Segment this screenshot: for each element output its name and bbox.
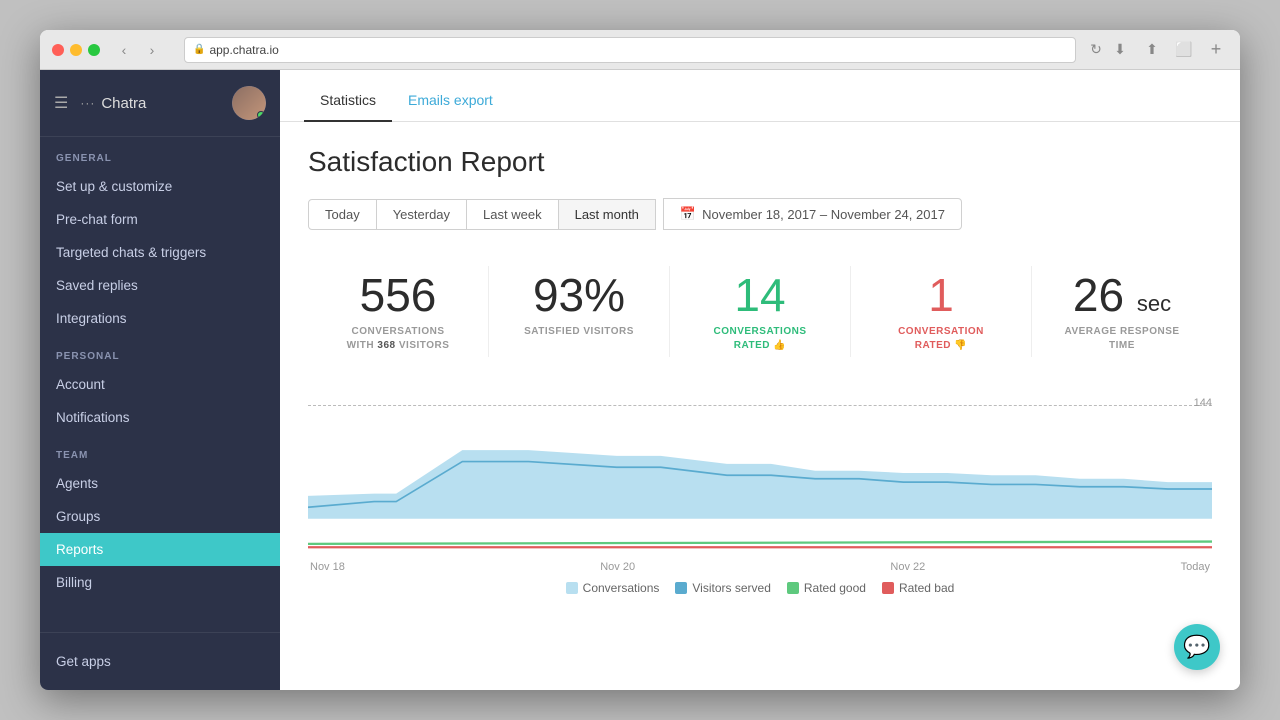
online-status-dot — [257, 111, 265, 119]
legend-visitors: Visitors served — [675, 581, 770, 595]
main-tabs: Statistics Emails export — [280, 70, 1240, 122]
forward-button[interactable]: › — [140, 38, 164, 62]
filter-yesterday[interactable]: Yesterday — [376, 199, 467, 230]
calendar-icon: 📅 — [680, 206, 696, 222]
avatar[interactable] — [232, 86, 266, 120]
maximize-button[interactable] — [88, 44, 100, 56]
address-bar[interactable]: 🔒 app.chatra.io — [184, 37, 1076, 63]
filter-today[interactable]: Today — [308, 199, 377, 230]
legend-dot-rated-good — [787, 582, 799, 594]
url-text: app.chatra.io — [209, 43, 278, 57]
chat-fab-button[interactable]: 💬 — [1174, 624, 1220, 670]
main-content: Statistics Emails export Satisfaction Re… — [280, 70, 1240, 690]
sidebar-item-integrations[interactable]: Integrations — [40, 302, 280, 335]
stats-row: 556 CONVERSATIONSWITH 368 VISITORS 93% S… — [308, 258, 1212, 365]
stat-rated-bad-label: CONVERSATIONRATED 👎 — [859, 325, 1023, 353]
app-body: ☰ ··· Chatra GENERAL Set up & customize … — [40, 70, 1240, 690]
legend-dot-rated-bad — [882, 582, 894, 594]
close-button[interactable] — [52, 44, 64, 56]
section-label-general: GENERAL — [40, 137, 280, 170]
sidebar-spacer — [40, 599, 280, 632]
sidebar-item-targeted[interactable]: Targeted chats & triggers — [40, 236, 280, 269]
stat-rated-bad: 1 CONVERSATIONRATED 👎 — [851, 258, 1031, 365]
sidebar-item-saved-replies[interactable]: Saved replies — [40, 269, 280, 302]
brand-name: Chatra — [101, 95, 146, 112]
sidebar-item-get-apps[interactable]: Get apps — [40, 645, 280, 678]
date-filters: Today Yesterday Last week Last month 📅 N… — [308, 198, 1212, 230]
sidebar-item-account[interactable]: Account — [40, 368, 280, 401]
stat-rated-bad-number: 1 — [859, 270, 1023, 321]
sidebar-item-billing[interactable]: Billing — [40, 566, 280, 599]
sidebar-item-agents[interactable]: Agents — [40, 467, 280, 500]
sidebar-item-groups[interactable]: Groups — [40, 500, 280, 533]
x-label-today: Today — [1181, 561, 1210, 573]
stat-rated-good-label: CONVERSATIONSRATED 👍 — [678, 325, 842, 353]
sidebar-bottom: Get apps — [40, 632, 280, 690]
minimize-button[interactable] — [70, 44, 82, 56]
stat-response-time: 26 sec AVERAGE RESPONSETIME — [1032, 258, 1212, 365]
browser-window: ‹ › 🔒 app.chatra.io ↻ ⬇ ⬆ ⬜ + ☰ ··· Chat… — [40, 30, 1240, 690]
window-button[interactable]: ⬜ — [1172, 38, 1196, 62]
nav-arrows: ‹ › — [112, 38, 164, 62]
legend-label-rated-bad: Rated bad — [899, 581, 954, 595]
page-title: Satisfaction Report — [308, 146, 1212, 178]
legend-label-conversations: Conversations — [583, 581, 660, 595]
legend-rated-bad: Rated bad — [882, 581, 954, 595]
section-label-team: TEAM — [40, 434, 280, 467]
chart-legend: Conversations Visitors served Rated good — [308, 581, 1212, 595]
legend-dot-conversations — [566, 582, 578, 594]
stat-conversations-label: CONVERSATIONSWITH 368 VISITORS — [316, 325, 480, 353]
stat-satisfied-number: 93% — [497, 270, 661, 321]
brand: ··· Chatra — [80, 95, 146, 112]
stat-satisfied-label: SATISFIED VISITORS — [497, 325, 661, 339]
hamburger-icon[interactable]: ☰ — [54, 93, 68, 113]
content-wrapper: Statistics Emails export Satisfaction Re… — [280, 70, 1240, 690]
chart-dashed-line — [308, 405, 1212, 406]
chart-x-labels: Nov 18 Nov 20 Nov 22 Today — [308, 561, 1212, 573]
chart-area: 144 — [308, 393, 1212, 553]
x-label-nov18: Nov 18 — [310, 561, 345, 573]
sidebar-item-notifications[interactable]: Notifications — [40, 401, 280, 434]
brand-dots: ··· — [80, 96, 95, 110]
lock-icon: 🔒 — [193, 44, 205, 55]
filter-date-range[interactable]: 📅 November 18, 2017 – November 24, 2017 — [663, 198, 962, 230]
stat-response-time-number: 26 sec — [1040, 270, 1204, 321]
section-label-personal: PERSONAL — [40, 335, 280, 368]
legend-rated-good: Rated good — [787, 581, 866, 595]
x-label-nov20: Nov 20 — [600, 561, 635, 573]
filter-last-week[interactable]: Last week — [466, 199, 559, 230]
legend-label-rated-good: Rated good — [804, 581, 866, 595]
sidebar-header: ☰ ··· Chatra — [40, 70, 280, 137]
stat-rated-good: 14 CONVERSATIONSRATED 👍 — [670, 258, 850, 365]
sidebar: ☰ ··· Chatra GENERAL Set up & customize … — [40, 70, 280, 690]
add-tab-button[interactable]: + — [1204, 38, 1228, 62]
toolbar-actions: ⬇ ⬆ ⬜ + — [1108, 38, 1228, 62]
stat-satisfied: 93% SATISFIED VISITORS — [489, 258, 669, 351]
share-button[interactable]: ⬆ — [1140, 38, 1164, 62]
sidebar-item-reports[interactable]: Reports — [40, 533, 280, 566]
traffic-lights — [52, 44, 100, 56]
tab-emails-export[interactable]: Emails export — [392, 78, 509, 122]
back-button[interactable]: ‹ — [112, 38, 136, 62]
stat-response-time-label: AVERAGE RESPONSETIME — [1040, 325, 1204, 353]
chart-y-max-label: 144 — [1194, 397, 1212, 409]
browser-titlebar: ‹ › 🔒 app.chatra.io ↻ ⬇ ⬆ ⬜ + — [40, 30, 1240, 70]
legend-conversations: Conversations — [566, 581, 660, 595]
sidebar-item-setup[interactable]: Set up & customize — [40, 170, 280, 203]
main-body: Satisfaction Report Today Yesterday Last… — [280, 122, 1240, 690]
x-label-nov22: Nov 22 — [890, 561, 925, 573]
stat-conversations-number: 556 — [316, 270, 480, 321]
stat-rated-good-number: 14 — [678, 270, 842, 321]
legend-label-visitors: Visitors served — [692, 581, 770, 595]
refresh-button[interactable]: ↻ — [1084, 38, 1108, 62]
date-range-text: November 18, 2017 – November 24, 2017 — [702, 207, 945, 222]
download-button[interactable]: ⬇ — [1108, 38, 1132, 62]
legend-dot-visitors — [675, 582, 687, 594]
tab-statistics[interactable]: Statistics — [304, 78, 392, 122]
stat-conversations: 556 CONVERSATIONSWITH 368 VISITORS — [308, 258, 488, 365]
chart-svg — [308, 393, 1212, 553]
sidebar-item-prechat[interactable]: Pre-chat form — [40, 203, 280, 236]
filter-last-month[interactable]: Last month — [558, 199, 656, 230]
